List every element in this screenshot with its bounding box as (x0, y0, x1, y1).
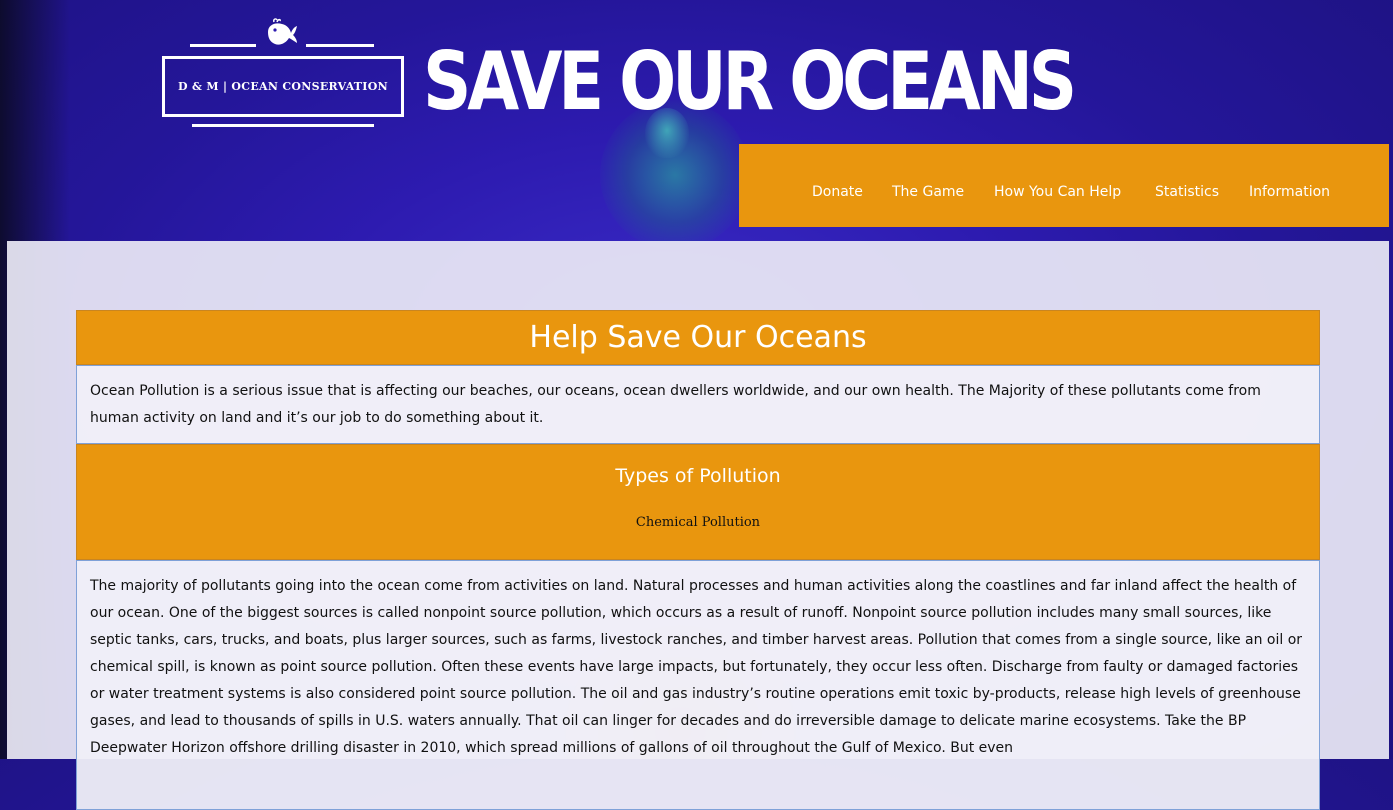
types-of-pollution-header: Types of Pollution Chemical Pollution (76, 444, 1320, 560)
nav-item-donate[interactable]: Donate (812, 184, 863, 200)
main-nav: Donate The Game How You Can Help Statist… (739, 144, 1389, 227)
nav-item-statistics[interactable]: Statistics (1155, 184, 1219, 200)
chemical-pollution-text: The majority of pollutants going into th… (76, 560, 1320, 810)
site-logo[interactable]: D & M | OCEAN CONSERVATION (162, 18, 404, 130)
logo-rule-bottom (192, 124, 374, 127)
intro-text: Ocean Pollution is a serious issue that … (76, 365, 1320, 444)
types-of-pollution-heading: Types of Pollution (615, 465, 781, 487)
nav-item-the-game[interactable]: The Game (892, 184, 964, 200)
nav-item-how-you-can-help[interactable]: How You Can Help (994, 184, 1121, 200)
chemical-pollution-title: Chemical Pollution (635, 515, 761, 530)
logo-box: D & M | OCEAN CONSERVATION (162, 56, 404, 117)
logo-rule-top-right (306, 44, 374, 47)
nav-item-information[interactable]: Information (1249, 184, 1330, 200)
logo-text: D & M | OCEAN CONSERVATION (178, 80, 388, 93)
site-title: SAVE OUR OCEANS (423, 35, 1077, 128)
whale-icon (268, 18, 297, 45)
logo-rule-top-left (190, 44, 256, 47)
main-content: Help Save Our Oceans Ocean Pollution is … (76, 310, 1320, 810)
main-heading: Help Save Our Oceans (76, 310, 1320, 365)
